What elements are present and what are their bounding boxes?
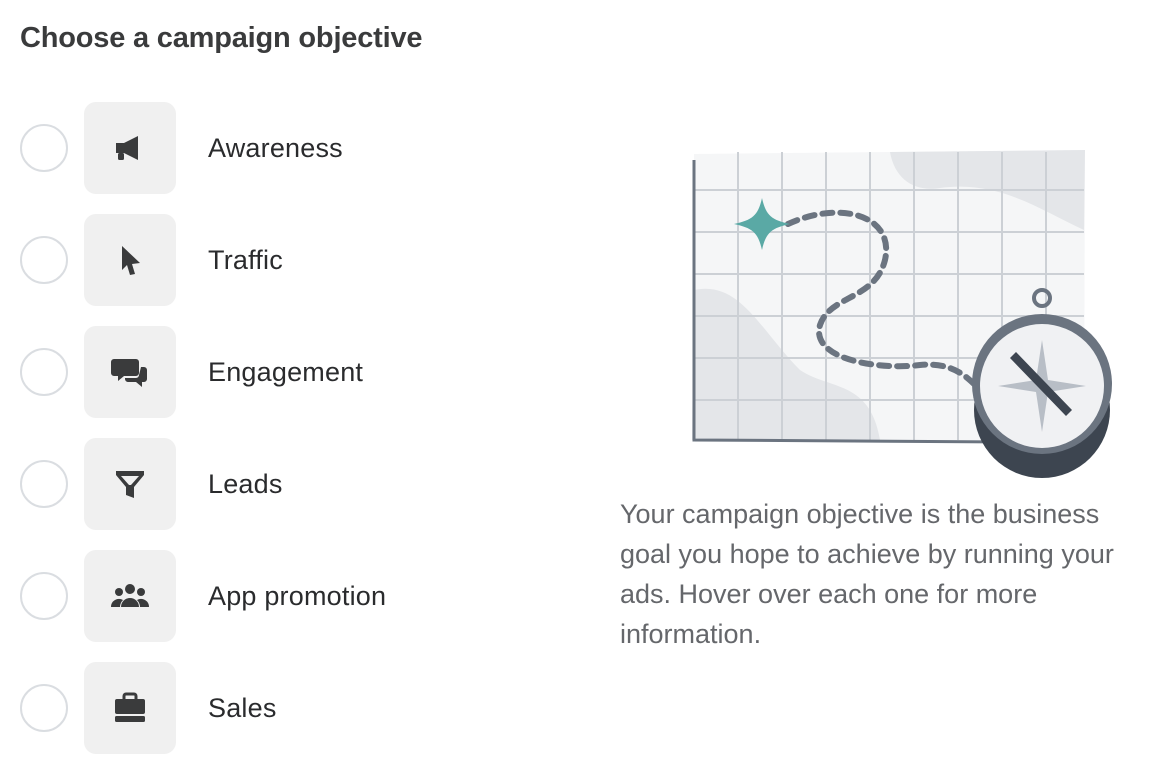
page-title: Choose a campaign objective: [20, 22, 423, 54]
map-compass-icon: [692, 150, 1112, 478]
radio-button[interactable]: [20, 684, 68, 732]
objective-sales[interactable]: Sales: [20, 662, 580, 754]
objective-label: Leads: [208, 468, 283, 499]
radio-button[interactable]: [20, 460, 68, 508]
objective-awareness[interactable]: Awareness: [20, 102, 580, 194]
objective-picker: Choose a campaign objective Awareness Tr…: [0, 0, 1160, 776]
cursor-icon: [84, 214, 176, 306]
briefcase-icon: [84, 662, 176, 754]
funnel-icon: [84, 438, 176, 530]
objective-engagement[interactable]: Engagement: [20, 326, 580, 418]
people-icon: [84, 550, 176, 642]
objective-label: Traffic: [208, 244, 283, 275]
chat-bubbles-icon: [84, 326, 176, 418]
objective-label: Engagement: [208, 356, 364, 387]
radio-button[interactable]: [20, 124, 68, 172]
radio-button[interactable]: [20, 348, 68, 396]
objective-traffic[interactable]: Traffic: [20, 214, 580, 306]
objective-description: Your campaign objective is the business …: [620, 499, 1114, 649]
megaphone-icon: [84, 102, 176, 194]
objective-leads[interactable]: Leads: [20, 438, 580, 530]
objective-label: App promotion: [208, 580, 387, 611]
objective-list: Awareness Traffic Engagement Leads App p…: [20, 102, 580, 774]
objective-label: Sales: [208, 692, 277, 723]
radio-button[interactable]: [20, 572, 68, 620]
objective-app-promotion[interactable]: App promotion: [20, 550, 580, 642]
objective-label: Awareness: [208, 132, 343, 163]
radio-button[interactable]: [20, 236, 68, 284]
